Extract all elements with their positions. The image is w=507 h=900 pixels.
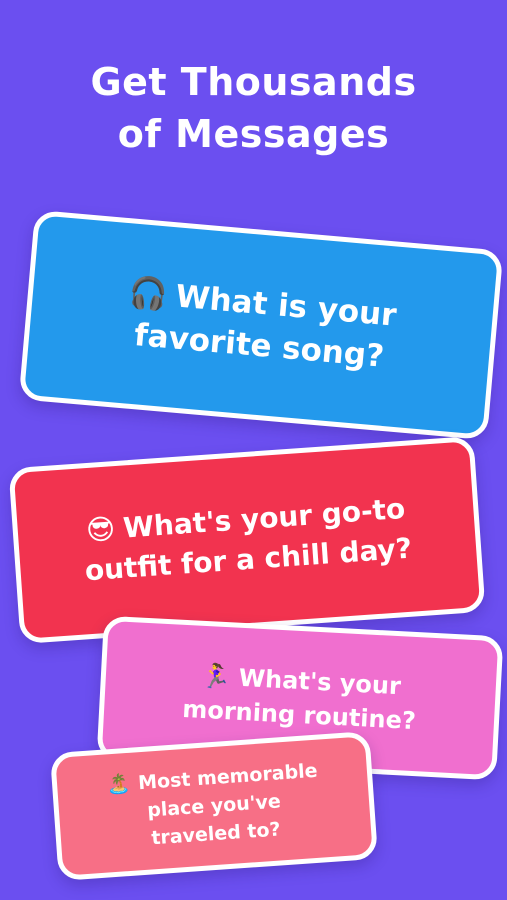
page-headline: Get Thousands of Messages bbox=[0, 56, 507, 160]
card-text: What's your bbox=[238, 663, 402, 701]
sunglasses-face-icon: 😎 bbox=[84, 512, 117, 548]
headphones-icon: 🎧 bbox=[127, 274, 170, 314]
running-woman-icon: 🏃‍♀️ bbox=[200, 661, 232, 692]
message-card-chill-outfit[interactable]: 😎 What's your go-to outfit for a chill da… bbox=[8, 435, 486, 645]
desert-island-icon: 🏝️ bbox=[105, 772, 131, 797]
headline-line-1: Get Thousands bbox=[90, 60, 417, 104]
headline-line-2: of Messages bbox=[117, 112, 390, 156]
message-card-memorable-place[interactable]: 🏝️ Most memorable place you've traveled t… bbox=[49, 730, 379, 882]
message-card-favorite-song[interactable]: 🎧 What is your favorite song? bbox=[18, 209, 504, 441]
